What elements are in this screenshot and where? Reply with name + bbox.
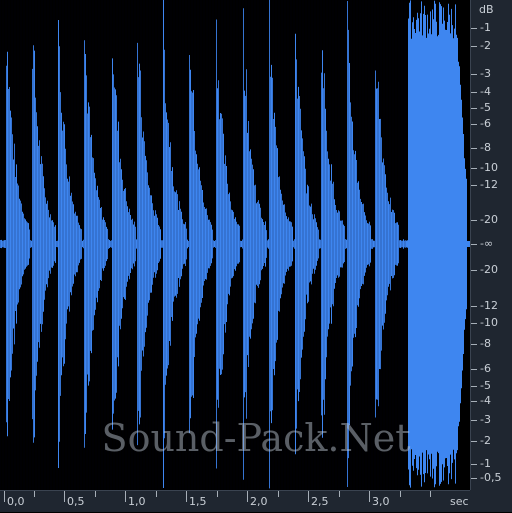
db-tick-label: -0,5 (480, 471, 502, 484)
db-tick-label: -6 (480, 117, 491, 130)
db-tick-label: -12 (480, 178, 498, 191)
time-minor-tick (95, 491, 96, 497)
waveform-display[interactable] (0, 0, 470, 490)
db-tick-label: -20 (480, 263, 498, 276)
db-tick-label: -8 (480, 337, 491, 350)
db-tick-mark (471, 401, 477, 402)
db-tick-mark (471, 369, 477, 370)
db-tick-label: -4 (480, 394, 491, 407)
time-minor-tick (430, 491, 431, 497)
time-minor-tick (156, 491, 157, 497)
db-tick-mark (471, 148, 477, 149)
time-tick-label: 1,5 (189, 495, 207, 508)
db-tick-mark (471, 441, 477, 442)
db-tick-label: -20 (480, 213, 498, 226)
db-tick-mark (471, 46, 477, 47)
db-tick-mark (471, 220, 477, 221)
time-tick-label: 2,0 (250, 495, 268, 508)
db-tick-mark (471, 124, 477, 125)
db-tick-label: -5 (480, 379, 491, 392)
audio-editor: dB -1 -2 -3 -4 -5 -6 -8 -10 -12 -20 -∞ -20 -12 -10 -8 -… (0, 0, 512, 512)
time-minor-tick (34, 491, 35, 497)
time-ruler[interactable]: 0,0 0,5 1,0 1,5 2,0 2,5 3,0 sec (0, 490, 470, 512)
db-tick-mark (471, 108, 477, 109)
time-tick-mark (4, 491, 5, 502)
db-tick-label: -10 (480, 161, 498, 174)
time-tick-label: 0,5 (67, 495, 85, 508)
db-tick-label: -2 (480, 434, 491, 447)
time-minor-tick (278, 491, 279, 497)
db-tick-label: -12 (480, 299, 498, 312)
db-tick-mark (471, 478, 477, 479)
time-minor-tick (339, 491, 340, 497)
time-unit-label: sec (450, 495, 469, 508)
db-tick-label: -5 (480, 101, 491, 114)
db-tick-label: -1 (480, 457, 491, 470)
db-tick-label: -2 (480, 39, 491, 52)
db-tick-mark (471, 420, 477, 421)
db-ruler: dB -1 -2 -3 -4 -5 -6 -8 -10 -12 -20 -∞ -20 -12 -10 -8 -… (470, 0, 512, 512)
db-tick-mark (471, 244, 477, 245)
time-tick-mark (186, 491, 187, 502)
db-tick-label: -3 (480, 413, 491, 426)
time-tick-label: 0,0 (7, 495, 25, 508)
time-minor-tick (217, 491, 218, 497)
db-tick-label: -∞ (480, 237, 494, 250)
time-tick-label: 3,0 (372, 495, 390, 508)
time-tick-label: 2,5 (311, 495, 329, 508)
ruler-corner (470, 490, 512, 512)
db-tick-mark (471, 92, 477, 93)
time-tick-label: 1,0 (128, 495, 146, 508)
db-tick-mark (471, 306, 477, 307)
db-tick-label: -4 (480, 85, 491, 98)
db-tick-mark (471, 464, 477, 465)
db-tick-label: -6 (480, 362, 491, 375)
db-unit-label: dB (479, 3, 494, 16)
db-tick-label: -8 (480, 141, 491, 154)
db-tick-mark (471, 28, 477, 29)
db-tick-mark (471, 344, 477, 345)
db-tick-mark (471, 386, 477, 387)
db-tick-mark (471, 168, 477, 169)
time-tick-mark (369, 491, 370, 502)
time-tick-mark (64, 491, 65, 502)
time-tick-mark (125, 491, 126, 502)
db-tick-label: -1 (480, 21, 491, 34)
time-tick-mark (247, 491, 248, 502)
time-tick-mark (308, 491, 309, 502)
db-tick-mark (471, 323, 477, 324)
db-tick-mark (471, 270, 477, 271)
waveform-graph[interactable] (0, 0, 470, 490)
db-tick-mark (471, 74, 477, 75)
db-tick-label: -10 (480, 316, 498, 329)
db-tick-label: -3 (480, 67, 491, 80)
time-minor-tick (400, 491, 401, 497)
db-tick-mark (471, 185, 477, 186)
